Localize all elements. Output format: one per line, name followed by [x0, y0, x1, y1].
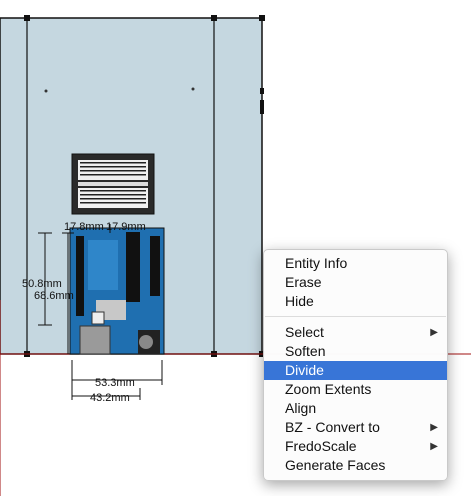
- menu-item-label: Entity Info: [285, 255, 348, 271]
- menu-item-hide[interactable]: Hide: [264, 292, 447, 311]
- menu-item-generate-faces[interactable]: Generate Faces: [264, 456, 447, 475]
- menu-item-label: Hide: [285, 293, 314, 309]
- menu-item-label: Soften: [285, 343, 326, 359]
- breadboard-model[interactable]: [71, 153, 155, 215]
- menu-item-label: Generate Faces: [285, 457, 386, 473]
- endpoint-marker: [259, 15, 265, 21]
- menu-item-select[interactable]: Select ▶: [264, 323, 447, 342]
- menu-item-label: BZ - Convert to: [285, 419, 380, 435]
- submenu-arrow-icon: ▶: [430, 441, 438, 452]
- menu-item-label: Divide: [285, 362, 324, 378]
- edge-marker: [260, 88, 264, 94]
- menu-item-align[interactable]: Align: [264, 399, 447, 418]
- endpoint-marker: [211, 15, 217, 21]
- menu-item-label: Erase: [285, 274, 322, 290]
- submenu-arrow-icon: ▶: [430, 422, 438, 433]
- menu-item-erase[interactable]: Erase: [264, 273, 447, 292]
- endpoint-marker: [24, 15, 30, 21]
- arduino-board-model[interactable]: [69, 227, 165, 355]
- menu-item-fredoscale[interactable]: FredoScale ▶: [264, 437, 447, 456]
- menu-item-label: FredoScale: [285, 438, 357, 454]
- point-marker: [191, 87, 195, 91]
- menu-item-zoom-extents[interactable]: Zoom Extents: [264, 380, 447, 399]
- menu-item-label: Align: [285, 400, 317, 416]
- submenu-arrow-icon: ▶: [430, 327, 438, 338]
- menu-item-label: Select: [285, 324, 324, 340]
- dimension-label: 17.8mm: [64, 221, 104, 233]
- menu-separator: [265, 316, 446, 317]
- dimension-label: 17.9mm: [106, 221, 146, 233]
- dimension-label: 43.2mm: [90, 392, 130, 404]
- menu-item-soften[interactable]: Soften: [264, 342, 447, 361]
- point-marker: [44, 89, 48, 93]
- dimension-label: 50.8mm: [22, 278, 62, 290]
- context-menu: Entity Info Erase Hide Select ▶ Soften Di…: [263, 249, 448, 481]
- dimension-label: 68.6mm: [34, 290, 74, 302]
- edge-marker: [260, 100, 264, 114]
- menu-item-bz-convert-to[interactable]: BZ - Convert to ▶: [264, 418, 447, 437]
- dimension-label: 53.3mm: [95, 377, 135, 389]
- menu-item-divide[interactable]: Divide: [264, 361, 447, 380]
- menu-item-entity-info[interactable]: Entity Info: [264, 254, 447, 273]
- menu-item-label: Zoom Extents: [285, 381, 372, 397]
